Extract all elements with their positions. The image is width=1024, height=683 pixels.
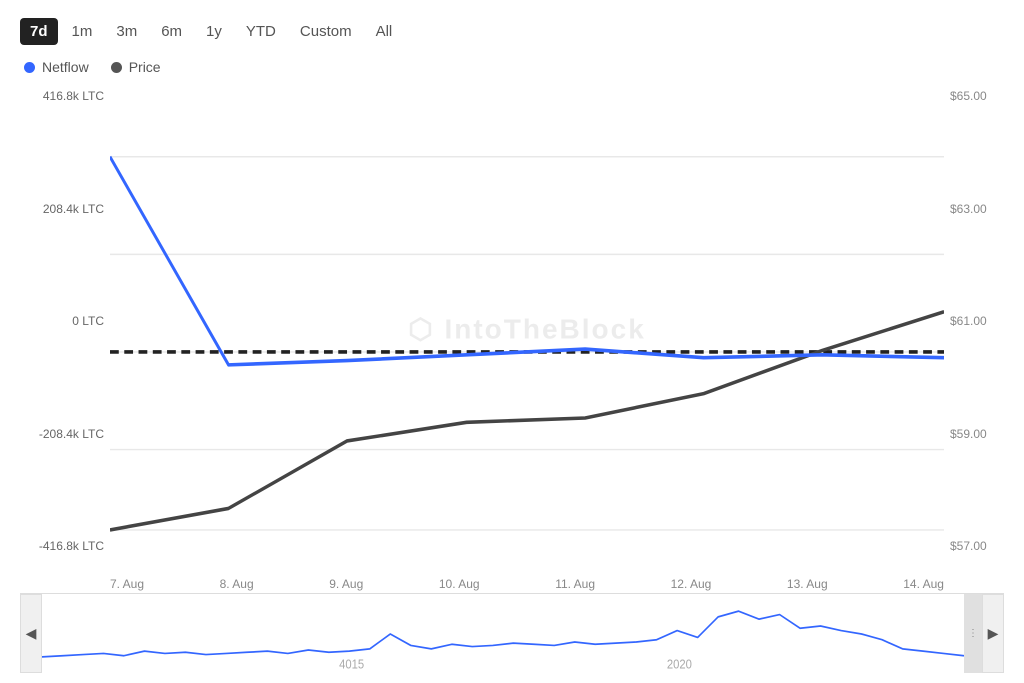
y-left-label-3: -208.4k LTC: [20, 427, 104, 441]
price-label: Price: [129, 59, 161, 75]
chart-canvas: ⬡ IntoTheBlock: [110, 85, 944, 573]
x-label-2: 9. Aug: [329, 577, 363, 591]
filter-btn-1m[interactable]: 1m: [62, 18, 103, 45]
x-label-4: 11. Aug: [555, 577, 595, 591]
y-right-label-4: $57.00: [950, 539, 1004, 553]
mini-chart: 4015 2020: [42, 594, 964, 674]
filter-btn-custom[interactable]: Custom: [290, 18, 362, 45]
y-axis-right: $65.00 $63.00 $61.00 $59.00 $57.00: [944, 85, 1004, 573]
filter-btn-3m[interactable]: 3m: [106, 18, 147, 45]
legend: Netflow Price: [20, 59, 1004, 75]
legend-price: Price: [111, 59, 161, 75]
price-dot: [111, 62, 122, 73]
x-axis: 7. Aug 8. Aug 9. Aug 10. Aug 11. Aug 12. Aug 1…: [20, 573, 944, 591]
x-label-7: 14. Aug: [903, 577, 944, 591]
svg-text:4015: 4015: [339, 657, 364, 672]
y-left-label-0: 416.8k LTC: [20, 89, 104, 103]
filter-btn-1y[interactable]: 1y: [196, 18, 232, 45]
x-label-3: 10. Aug: [439, 577, 480, 591]
x-label-6: 13. Aug: [787, 577, 828, 591]
filter-btn-ytd[interactable]: YTD: [236, 18, 286, 45]
filter-btn-all[interactable]: All: [366, 18, 403, 45]
netflow-label: Netflow: [42, 59, 89, 75]
x-label-1: 8. Aug: [220, 577, 254, 591]
y-left-label-4: -416.8k LTC: [20, 539, 104, 553]
legend-netflow: Netflow: [24, 59, 89, 75]
main-container: 7d1m3m6m1yYTDCustomAll Netflow Price 416…: [0, 0, 1024, 683]
filter-btn-6m[interactable]: 6m: [151, 18, 192, 45]
y-right-label-0: $65.00: [950, 89, 1004, 103]
y-left-label-2: 0 LTC: [20, 314, 104, 328]
svg-text:2020: 2020: [667, 657, 692, 672]
y-axis-left: 416.8k LTC 208.4k LTC 0 LTC -208.4k LTC -416…: [20, 85, 110, 573]
scrollbar-handle[interactable]: ⋮: [964, 594, 982, 673]
main-chart: 416.8k LTC 208.4k LTC 0 LTC -208.4k LTC -416…: [20, 85, 1004, 573]
y-right-label-2: $61.00: [950, 314, 1004, 328]
mini-chart-container: ◀ 4015 2020 ⋮ ▶: [20, 593, 1004, 673]
time-filter-bar: 7d1m3m6m1yYTDCustomAll: [20, 18, 1004, 45]
y-right-label-3: $59.00: [950, 427, 1004, 441]
y-left-label-1: 208.4k LTC: [20, 202, 104, 216]
y-right-label-1: $63.00: [950, 202, 1004, 216]
x-label-0: 7. Aug: [110, 577, 144, 591]
filter-btn-7d[interactable]: 7d: [20, 18, 58, 45]
x-label-5: 12. Aug: [671, 577, 712, 591]
netflow-dot: [24, 62, 35, 73]
scroll-right-arrow[interactable]: ▶: [982, 594, 1004, 673]
scroll-left-arrow[interactable]: ◀: [20, 594, 42, 673]
